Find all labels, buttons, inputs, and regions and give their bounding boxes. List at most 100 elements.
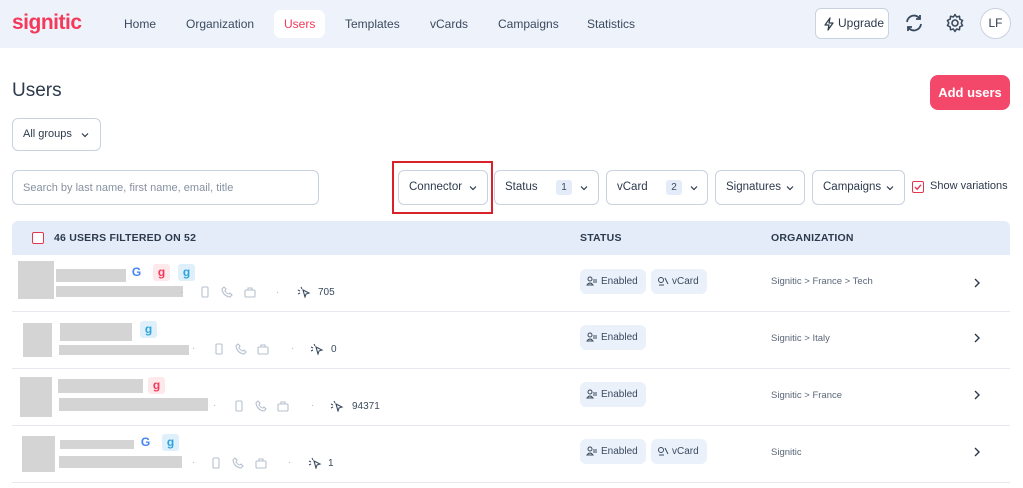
user-email-placeholder	[56, 286, 183, 297]
google-icon: G	[137, 434, 154, 451]
id-card-icon	[586, 446, 597, 456]
building-icon	[255, 458, 267, 469]
nav-organization[interactable]: Organization	[176, 10, 264, 38]
users-count-header: 46 USERS FILTERED ON 52	[54, 232, 197, 244]
click-count: 0	[331, 344, 337, 355]
signitic-logo[interactable]: signitic	[12, 11, 82, 35]
separator-dot: ·	[276, 287, 280, 298]
status-filter-count: 1	[556, 180, 572, 195]
vcard-badge: vCard	[651, 269, 707, 294]
user-name-placeholder	[60, 440, 134, 449]
vcard-filter[interactable]: vCard 2	[606, 170, 708, 205]
chevron-right-icon[interactable]	[973, 446, 981, 458]
chevron-down-icon	[786, 186, 794, 191]
user-name-placeholder	[56, 269, 126, 282]
user-email-placeholder	[59, 398, 208, 411]
vcard-filter-count: 2	[666, 180, 682, 195]
avatar[interactable]: LF	[980, 8, 1011, 39]
vcard-icon	[658, 277, 669, 286]
building-icon	[257, 344, 269, 355]
status-badge: Enabled	[580, 382, 646, 407]
phone-icon	[232, 457, 244, 469]
signatures-filter[interactable]: Signatures	[715, 170, 805, 205]
status-text: Enabled	[601, 389, 638, 400]
nav-campaigns[interactable]: Campaigns	[488, 10, 569, 38]
nav-statistics[interactable]: Statistics	[577, 10, 645, 38]
nav-users[interactable]: Users	[274, 10, 326, 38]
upgrade-label: Upgrade	[838, 16, 885, 30]
user-email-placeholder	[59, 345, 189, 355]
groups-select[interactable]: All groups	[12, 118, 101, 151]
show-variations-label: Show variations	[930, 180, 1008, 192]
cursor-click-icon	[330, 400, 344, 412]
signitic-g-icon: g	[140, 321, 157, 338]
separator-dot: ·	[311, 400, 315, 411]
phone-icon	[221, 286, 233, 298]
table-header: 46 USERS FILTERED ON 52 STATUS ORGANIZAT…	[12, 221, 1010, 255]
google-icon: G	[128, 264, 145, 281]
campaigns-filter-label: Campaigns	[823, 181, 882, 193]
chevron-right-icon[interactable]	[973, 389, 981, 401]
user-name-placeholder	[60, 323, 132, 341]
organization-column-header[interactable]: ORGANIZATION	[771, 232, 854, 244]
signitic-g-icon: g	[178, 264, 195, 281]
status-badge: Enabled	[580, 439, 646, 464]
chevron-right-icon[interactable]	[973, 277, 981, 289]
chevron-down-icon	[81, 133, 89, 138]
separator-dot: ·	[213, 400, 217, 411]
status-badge: Enabled	[580, 325, 646, 350]
search-input[interactable]	[12, 170, 319, 205]
status-filter-label: Status	[505, 181, 538, 193]
gmail-icon: g	[148, 377, 165, 394]
sync-icon[interactable]	[903, 12, 925, 34]
chevron-down-icon	[886, 186, 894, 191]
organization-path: Signitic	[771, 447, 802, 458]
user-avatar-placeholder	[18, 261, 54, 299]
id-card-icon	[586, 276, 597, 286]
gmail-icon: g	[153, 264, 170, 281]
organization-path: Signitic > France	[771, 390, 843, 401]
groups-select-value: All groups	[23, 128, 72, 140]
chevron-right-icon[interactable]	[973, 332, 981, 344]
add-users-button[interactable]: Add users	[930, 75, 1010, 110]
cursor-click-icon	[310, 343, 324, 355]
lightning-icon	[824, 17, 834, 31]
campaigns-filter[interactable]: Campaigns	[812, 170, 905, 205]
user-avatar-placeholder	[20, 377, 52, 417]
signitic-g-icon: g	[162, 434, 179, 451]
vcard-text: vCard	[672, 276, 699, 287]
nav-home[interactable]: Home	[114, 10, 166, 38]
show-variations-checkbox[interactable]	[912, 181, 924, 193]
user-name-placeholder	[58, 379, 143, 393]
vcard-text: vCard	[672, 446, 699, 457]
table-row[interactable]: G g · · 1 Enabled vCard Signitic	[12, 426, 1010, 483]
table-row[interactable]: G g g · · 705 Enabled vCard Signitic > F…	[12, 255, 1010, 312]
mobile-icon	[212, 457, 220, 469]
highlight-box	[392, 161, 493, 214]
vcard-filter-label: vCard	[617, 181, 648, 193]
status-text: Enabled	[601, 332, 638, 343]
select-all-checkbox[interactable]	[32, 232, 44, 244]
mobile-icon	[235, 400, 243, 412]
nav-vcards[interactable]: vCards	[420, 10, 478, 38]
user-email-placeholder	[59, 456, 182, 468]
gear-icon[interactable]	[944, 12, 966, 34]
table-row[interactable]: g · · 94371 Enabled Signitic > France	[12, 369, 1010, 426]
user-avatar-placeholder	[23, 323, 52, 357]
status-text: Enabled	[601, 276, 638, 287]
status-filter[interactable]: Status 1	[494, 170, 599, 205]
table-row[interactable]: g · · 0 Enabled Signitic > Italy	[12, 312, 1010, 369]
chevron-down-icon	[690, 186, 698, 191]
nav-templates[interactable]: Templates	[335, 10, 410, 38]
signatures-filter-label: Signatures	[726, 181, 781, 193]
separator-dot: ·	[192, 343, 196, 354]
phone-icon	[235, 343, 247, 355]
phone-icon	[255, 400, 267, 412]
cursor-click-icon	[297, 286, 311, 298]
mobile-icon	[201, 286, 209, 298]
status-column-header[interactable]: STATUS	[580, 232, 622, 244]
upgrade-button[interactable]: Upgrade	[815, 8, 889, 39]
status-text: Enabled	[601, 446, 638, 457]
click-count: 1	[328, 458, 334, 469]
checkmark-icon	[914, 184, 922, 191]
